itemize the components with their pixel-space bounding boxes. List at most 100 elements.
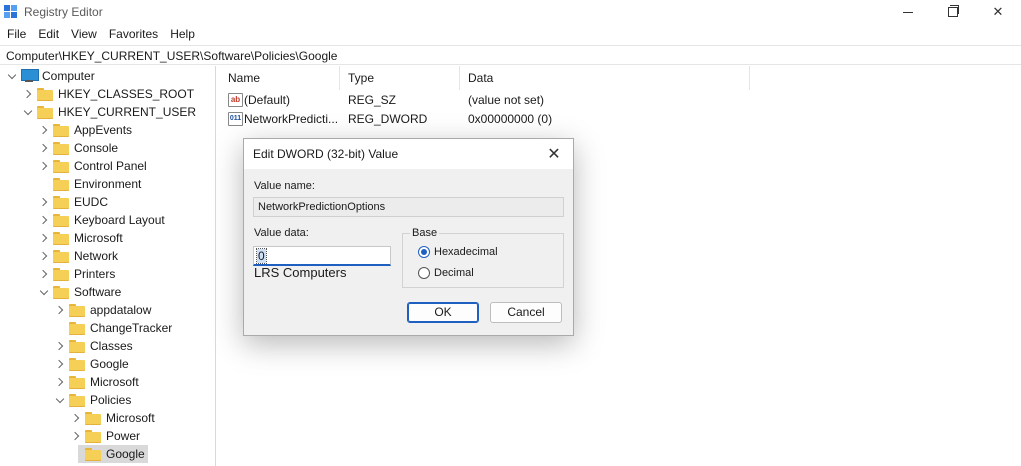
close-button[interactable]: ✕ xyxy=(975,0,1021,24)
tree-item-label: appdatalow xyxy=(90,303,152,317)
tree-item-label: Software xyxy=(74,285,122,299)
tree-item-power[interactable]: Power xyxy=(0,427,215,445)
chevron-right-icon[interactable] xyxy=(55,301,65,319)
address-bar[interactable]: Computer\HKEY_CURRENT_USER\Software\Poli… xyxy=(0,45,1021,65)
value-data: 0x00000000 (0) xyxy=(468,112,553,126)
chevron-right-icon[interactable] xyxy=(39,211,49,229)
chevron-down-icon[interactable] xyxy=(39,283,49,301)
tree-item-label: ChangeTracker xyxy=(90,321,173,335)
chevron-right-icon[interactable] xyxy=(39,265,49,283)
chevron-right-icon[interactable] xyxy=(39,139,49,157)
chevron-right-icon[interactable] xyxy=(23,85,33,103)
column-header-type[interactable]: Type xyxy=(340,66,460,90)
dialog-close-button[interactable]: ✕ xyxy=(544,145,564,163)
tree-item-label: Computer xyxy=(42,69,95,83)
menu-help[interactable]: Help xyxy=(164,24,201,44)
column-header-name[interactable]: Name xyxy=(220,66,340,90)
tree-item-printers[interactable]: Printers xyxy=(0,265,215,283)
folder-icon xyxy=(69,358,85,371)
menu-view[interactable]: View xyxy=(65,24,103,44)
tree-item-changetracker[interactable]: ChangeTracker xyxy=(0,319,215,337)
hexadecimal-radio[interactable] xyxy=(418,246,430,258)
tree-item-google[interactable]: Google xyxy=(0,355,215,373)
tree-item-software[interactable]: Software xyxy=(0,283,215,301)
tree-item-label: Power xyxy=(106,429,141,443)
edit-dword-dialog: Edit DWORD (32-bit) Value ✕ Value name: … xyxy=(243,138,574,336)
tree-item-policies[interactable]: Policies xyxy=(0,391,215,409)
tree-item-label: Google xyxy=(106,447,145,461)
folder-icon xyxy=(69,394,85,407)
registry-tree[interactable]: Computer HKEY_CLASSES_ROOT HKEY_CURRENT_… xyxy=(0,66,216,466)
ok-button[interactable]: OK xyxy=(407,302,479,323)
menu-bar: File Edit View Favorites Help xyxy=(0,24,1021,44)
chevron-down-icon[interactable] xyxy=(23,103,33,121)
chevron-right-icon[interactable] xyxy=(39,247,49,265)
column-header-data[interactable]: Data xyxy=(460,66,750,90)
tree-item-keyboard-layout[interactable]: Keyboard Layout xyxy=(0,211,215,229)
chevron-right-icon[interactable] xyxy=(39,229,49,247)
address-path[interactable]: Computer\HKEY_CURRENT_USER\Software\Poli… xyxy=(6,49,337,63)
tree-item-environment[interactable]: Environment xyxy=(0,175,215,193)
tree-item-computer[interactable]: Computer xyxy=(0,67,215,85)
chevron-down-icon[interactable] xyxy=(7,67,17,85)
base-label: Base xyxy=(410,227,440,239)
folder-icon xyxy=(53,268,69,281)
cancel-button[interactable]: Cancel xyxy=(490,302,562,323)
folder-icon xyxy=(85,430,101,443)
tree-item-label: HKEY_CURRENT_USER xyxy=(58,105,197,119)
chevron-right-icon[interactable] xyxy=(39,193,49,211)
decimal-label[interactable]: Decimal xyxy=(434,267,474,279)
value-name: (Default) xyxy=(244,93,291,107)
value-row-default[interactable]: ab (Default) REG_SZ (value not set) xyxy=(220,91,750,109)
registry-editor-window: Registry Editor ✕ File Edit View Favorit… xyxy=(0,0,1021,466)
value-data-input[interactable]: 0 xyxy=(253,246,391,266)
folder-icon xyxy=(69,340,85,353)
hexadecimal-label[interactable]: Hexadecimal xyxy=(434,246,498,258)
tree-item-policies-google[interactable]: Google xyxy=(0,445,215,463)
folder-icon xyxy=(37,88,53,101)
tree-item-hkey-current-user[interactable]: HKEY_CURRENT_USER xyxy=(0,103,215,121)
computer-icon xyxy=(21,69,39,83)
tree-item-appdatalow[interactable]: appdatalow xyxy=(0,301,215,319)
minimize-icon xyxy=(903,11,913,13)
chevron-down-icon[interactable] xyxy=(55,391,65,409)
tree-item-eudc[interactable]: EUDC xyxy=(0,193,215,211)
tree-item-software-microsoft[interactable]: Microsoft xyxy=(0,373,215,391)
tree-item-policies-microsoft[interactable]: Microsoft xyxy=(0,409,215,427)
value-row-networkprediction[interactable]: 011 NetworkPredicti... REG_DWORD 0x00000… xyxy=(220,110,750,128)
tree-item-appevents[interactable]: AppEvents xyxy=(0,121,215,139)
close-icon: ✕ xyxy=(547,146,561,163)
tree-item-label: Network xyxy=(74,249,119,263)
maximize-button[interactable] xyxy=(930,0,976,24)
folder-icon xyxy=(53,286,69,299)
chevron-right-icon[interactable] xyxy=(55,373,65,391)
decimal-radio[interactable] xyxy=(418,267,430,279)
folder-icon xyxy=(37,106,53,119)
folder-icon xyxy=(53,214,69,227)
chevron-right-icon[interactable] xyxy=(55,337,65,355)
value-type: REG_SZ xyxy=(348,93,397,107)
menu-favorites[interactable]: Favorites xyxy=(103,24,164,44)
tree-item-control-panel[interactable]: Control Panel xyxy=(0,157,215,175)
menu-file[interactable]: File xyxy=(0,24,32,44)
chevron-right-icon[interactable] xyxy=(71,427,81,445)
tree-item-network[interactable]: Network xyxy=(0,247,215,265)
chevron-right-icon[interactable] xyxy=(55,355,65,373)
tree-item-console[interactable]: Console xyxy=(0,139,215,157)
dialog-title: Edit DWORD (32-bit) Value xyxy=(253,147,399,161)
tree-item-hkey-classes-root[interactable]: HKEY_CLASSES_ROOT xyxy=(0,85,215,103)
minimize-button[interactable] xyxy=(885,0,931,24)
tree-item-microsoft[interactable]: Microsoft xyxy=(0,229,215,247)
menu-edit[interactable]: Edit xyxy=(32,24,65,44)
chevron-right-icon[interactable] xyxy=(39,157,49,175)
chevron-right-icon[interactable] xyxy=(39,121,49,139)
tree-item-label: Classes xyxy=(90,339,133,353)
folder-icon xyxy=(53,196,69,209)
tree-item-classes[interactable]: Classes xyxy=(0,337,215,355)
value-data: (value not set) xyxy=(468,93,545,107)
folder-icon xyxy=(69,322,85,335)
tree-item-label: Policies xyxy=(90,393,132,407)
chevron-right-icon[interactable] xyxy=(71,409,81,427)
base-group xyxy=(402,233,564,288)
value-type: REG_DWORD xyxy=(348,112,428,126)
